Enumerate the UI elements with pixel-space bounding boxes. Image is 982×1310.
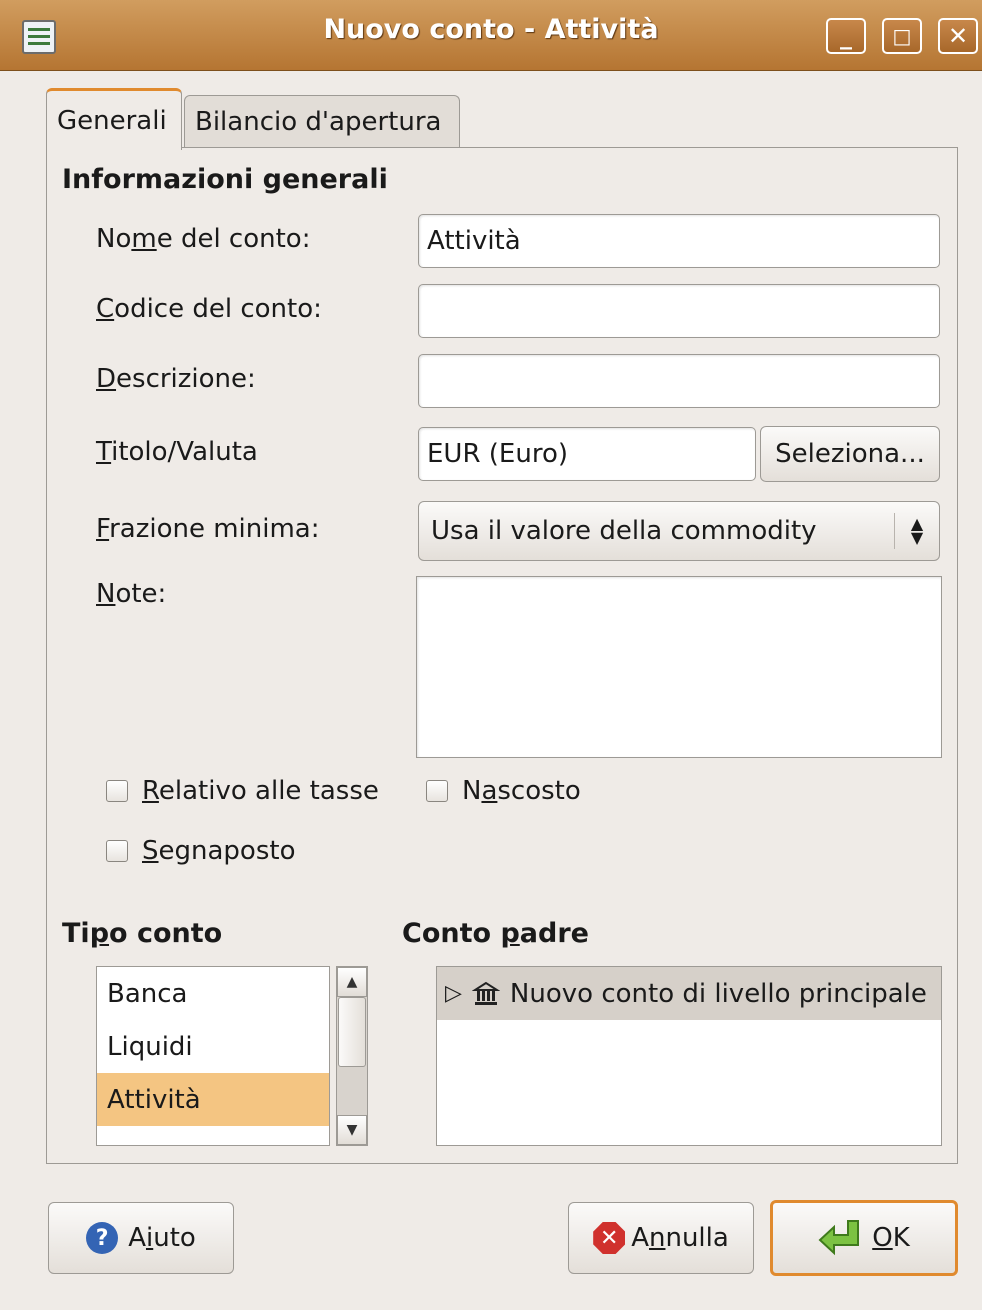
maximize-button[interactable]: □: [882, 18, 922, 54]
account-code-input[interactable]: [418, 284, 940, 338]
checkbox-box[interactable]: [106, 780, 128, 802]
account-name-input[interactable]: Attività: [418, 214, 940, 268]
hidden-label: Nascosto: [462, 776, 581, 806]
description-label: Descrizione:: [96, 364, 256, 394]
cancel-button[interactable]: ✕ Annulla: [568, 1202, 754, 1274]
tax-related-checkbox[interactable]: Relativo alle tasse: [106, 776, 379, 806]
commodity-input[interactable]: EUR (Euro): [418, 427, 756, 481]
fraction-combo[interactable]: Usa il valore della commodity ▲ ▼: [418, 501, 940, 561]
notes-textarea[interactable]: [416, 576, 942, 758]
list-item[interactable]: Banca: [97, 967, 329, 1020]
ok-button[interactable]: OK: [770, 1200, 958, 1276]
account-type-scrollbar[interactable]: ▲ ▼: [336, 966, 368, 1146]
minimize-icon: _: [840, 22, 852, 50]
scroll-up-icon[interactable]: ▲: [337, 967, 367, 997]
placeholder-label: Segnaposto: [142, 836, 296, 866]
account-type-title: Tipo conto: [62, 918, 223, 949]
checkbox-box[interactable]: [106, 840, 128, 862]
close-icon: ✕: [947, 22, 969, 50]
expander-icon[interactable]: ▷: [445, 981, 462, 1006]
return-arrow-icon: [818, 1220, 860, 1256]
combo-arrows-icon: ▲ ▼: [910, 514, 924, 547]
section-title: Informazioni generali: [62, 164, 388, 195]
description-input[interactable]: [418, 354, 940, 408]
minimize-button[interactable]: _: [826, 18, 866, 54]
tax-related-label: Relativo alle tasse: [142, 776, 379, 806]
ok-label: OK: [872, 1223, 910, 1253]
notes-label: Note:: [96, 579, 167, 609]
cancel-label: Annulla: [631, 1223, 729, 1253]
select-commodity-button[interactable]: Seleziona...: [760, 426, 940, 482]
scroll-down-icon[interactable]: ▼: [337, 1115, 367, 1145]
list-item-selected[interactable]: Attività: [97, 1073, 329, 1126]
placeholder-checkbox[interactable]: Segnaposto: [106, 836, 296, 866]
cancel-icon: ✕: [593, 1222, 626, 1254]
tree-row[interactable]: ▷ Nuovo conto di livello principale: [437, 967, 941, 1020]
help-icon: ?: [86, 1222, 119, 1254]
maximize-icon: □: [892, 24, 912, 48]
parent-account-title: Conto padre: [402, 918, 589, 949]
help-label: Aiuto: [128, 1223, 196, 1253]
checkbox-box[interactable]: [426, 780, 448, 802]
bank-icon: [471, 981, 500, 1005]
hidden-checkbox[interactable]: Nascosto: [426, 776, 581, 806]
code-label: Codice del conto:: [96, 294, 322, 324]
list-item[interactable]: Liquidi: [97, 1020, 329, 1073]
tab-bilancio-apertura[interactable]: Bilancio d'apertura: [184, 95, 460, 148]
name-label: Nome del conto:: [96, 224, 311, 254]
tab-bilancio-label: Bilancio d'apertura: [195, 107, 442, 137]
account-type-list[interactable]: Banca Liquidi Attività: [96, 966, 330, 1146]
help-button[interactable]: ? Aiuto: [48, 1202, 234, 1274]
tree-row-label: Nuovo conto di livello principale: [509, 978, 927, 1009]
fraction-label: Frazione minima:: [96, 514, 320, 544]
scrollbar-thumb[interactable]: [338, 997, 366, 1067]
list-item-partial[interactable]: [97, 1126, 329, 1145]
title-bar[interactable]: Nuovo conto - Attività _ □ ✕: [0, 0, 982, 71]
tab-generali[interactable]: Generali: [46, 88, 182, 150]
close-button[interactable]: ✕: [938, 18, 978, 54]
parent-account-tree[interactable]: ▷ Nuovo conto di livello principale: [436, 966, 942, 1146]
commodity-label: Titolo/Valuta: [96, 437, 258, 467]
tab-generali-label: Generali: [57, 105, 167, 136]
fraction-value: Usa il valore della commodity: [431, 516, 817, 546]
